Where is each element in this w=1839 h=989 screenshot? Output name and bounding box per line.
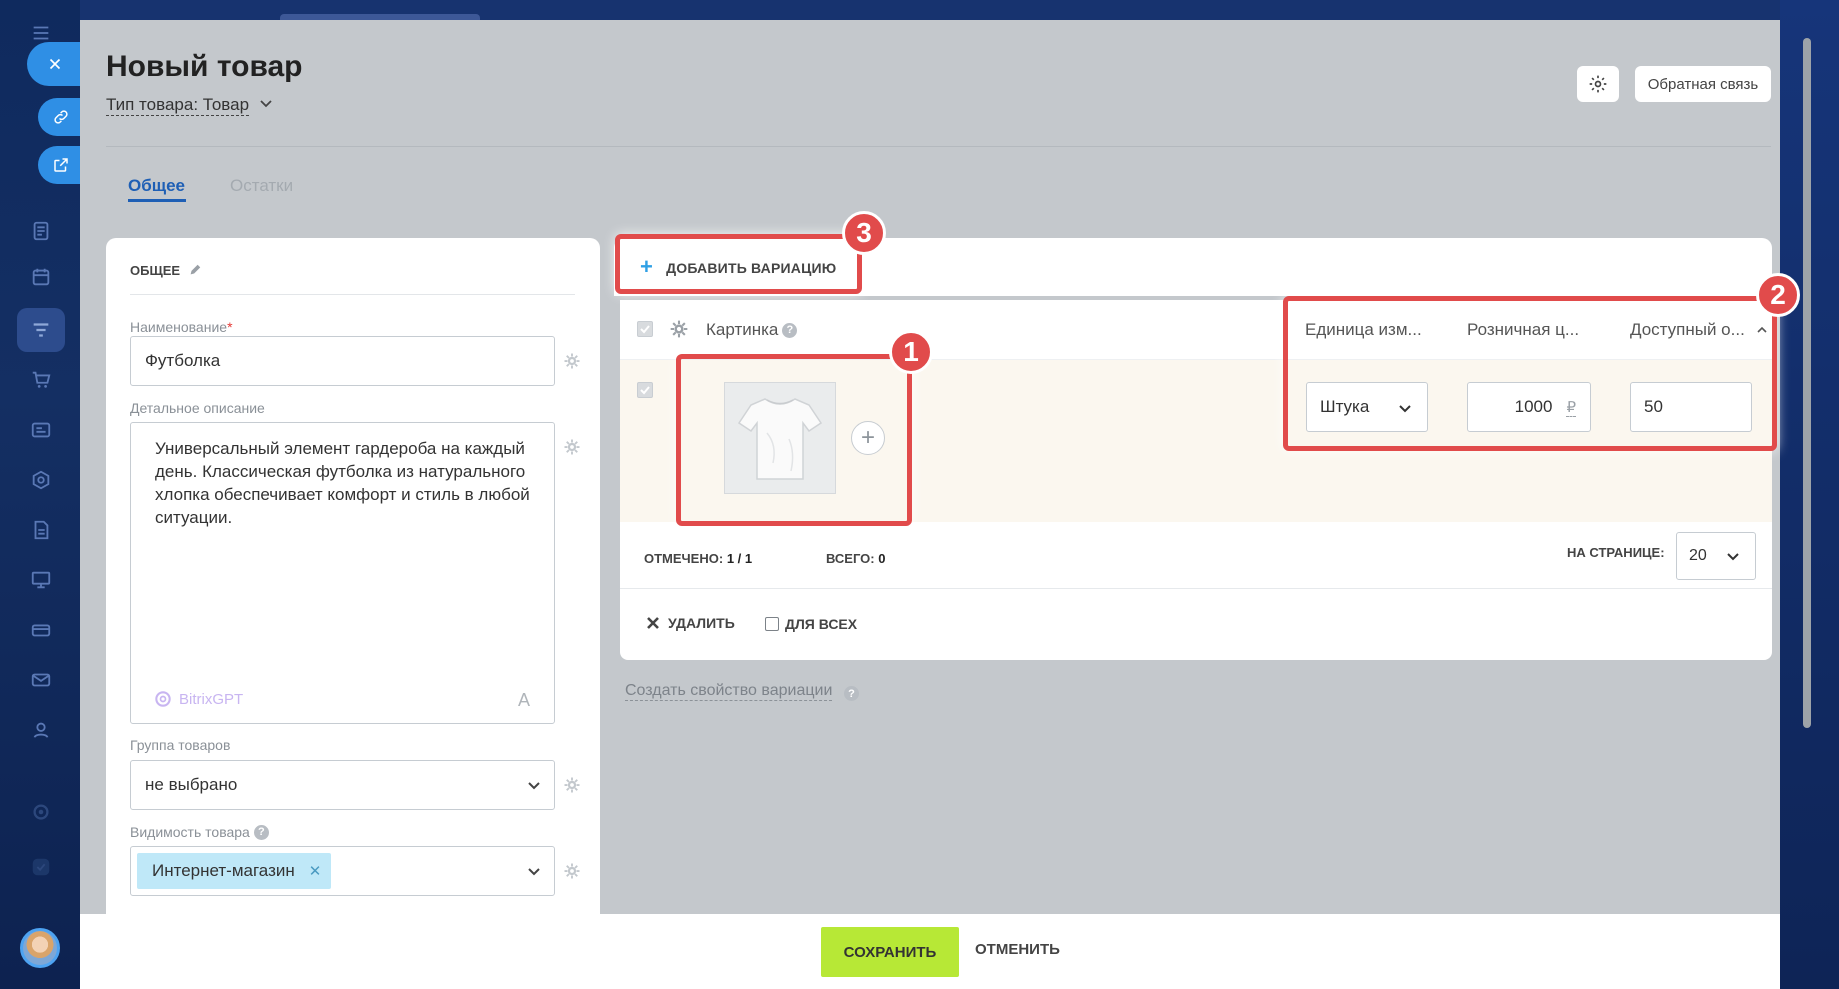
column-picture[interactable]: Картинка? (706, 320, 798, 340)
section-title: ОБЩЕЕ (130, 263, 181, 278)
close-slider-button[interactable] (27, 42, 83, 86)
tab-stock[interactable]: Остатки (230, 176, 293, 196)
group-label: Группа товаров (130, 737, 231, 753)
select-all-checkbox[interactable] (637, 321, 653, 337)
annotation-frame-1 (676, 354, 912, 526)
product-type-selector[interactable]: Тип товара: Товар (106, 95, 250, 116)
open-new-window-button[interactable] (38, 146, 83, 184)
create-variation-property-link[interactable]: Создать свойство вариации (625, 682, 833, 701)
description-label: Детальное описание (130, 400, 265, 416)
annotation-badge-2: 2 (1756, 273, 1800, 317)
page-title: Новый товар (106, 50, 303, 83)
close-icon (49, 58, 61, 70)
chevron-down-icon[interactable] (258, 96, 274, 112)
chevron-down-icon (528, 782, 540, 790)
help-icon[interactable]: ? (253, 824, 269, 840)
funnel-icon[interactable] (26, 315, 56, 345)
settings-button[interactable] (1577, 66, 1619, 102)
document-icon[interactable] (26, 515, 56, 545)
for-all-checkbox[interactable]: ДЛЯ ВСЕХ (765, 616, 857, 632)
bitrixgpt-button[interactable]: BitrixGPT (153, 689, 243, 709)
apps-icon[interactable] (26, 852, 56, 882)
grid-footer-divider (620, 588, 1772, 589)
group-select[interactable]: не выбрано (130, 760, 555, 810)
annotation-frame-2 (1283, 296, 1777, 451)
save-button[interactable]: СОХРАНИТЬ (821, 927, 959, 977)
feedback-button[interactable]: Обратная связь (1635, 66, 1771, 102)
annotation-badge-1: 1 (889, 330, 933, 374)
help-icon[interactable]: ? (844, 686, 859, 701)
column-settings-icon[interactable] (669, 319, 689, 339)
visibility-select[interactable]: Интернет-магазин ✕ (130, 846, 555, 896)
section-divider (130, 294, 575, 295)
copy-link-button[interactable] (38, 98, 83, 136)
users-icon[interactable] (26, 715, 56, 745)
chevron-down-icon (1727, 553, 1739, 561)
gear-icon[interactable] (563, 438, 581, 456)
name-label: Наименование* (130, 319, 233, 335)
tasks-icon[interactable] (26, 216, 56, 246)
pencil-icon[interactable] (188, 263, 202, 277)
per-page-select[interactable]: 20 (1676, 532, 1756, 580)
hexagon-icon[interactable] (26, 465, 56, 495)
external-link-icon (53, 158, 68, 172)
description-textarea[interactable]: Универсальный элемент гардероба на кажды… (130, 422, 555, 724)
tab-general[interactable]: Общее (128, 176, 185, 196)
settings-icon[interactable] (26, 797, 56, 827)
contacts-icon[interactable] (26, 415, 56, 445)
user-avatar[interactable] (20, 928, 60, 968)
description-text: Универсальный элемент гардероба на кажды… (155, 439, 530, 527)
header-divider (106, 146, 1771, 147)
presentation-icon[interactable] (26, 565, 56, 595)
gear-icon (1589, 75, 1607, 93)
cart-icon[interactable] (26, 365, 56, 395)
annotation-badge-3: 3 (842, 211, 886, 255)
tab-active-underline (128, 199, 186, 202)
cancel-button[interactable]: ОТМЕНИТЬ (975, 941, 1060, 958)
checked-counter: ОТМЕЧЕНО: 1 / 1 (644, 551, 753, 566)
bitrixgpt-label: BitrixGPT (179, 690, 244, 708)
text-format-button[interactable]: A (518, 690, 530, 711)
help-icon[interactable]: ? (782, 322, 798, 338)
bitrixgpt-icon (155, 691, 171, 707)
link-icon (53, 110, 68, 124)
scrollbar[interactable] (1803, 38, 1811, 728)
visibility-tag: Интернет-магазин ✕ (137, 853, 332, 889)
calendar-icon[interactable] (26, 262, 56, 292)
remove-tag-icon[interactable]: ✕ (309, 862, 322, 880)
mail-icon[interactable] (26, 665, 56, 695)
total-counter: ВСЕГО: 0 (826, 551, 886, 566)
name-input[interactable]: Футболка (130, 336, 555, 386)
gear-icon[interactable] (563, 776, 581, 794)
annotation-frame-3 (615, 234, 862, 294)
card-icon[interactable] (26, 615, 56, 645)
row-checkbox[interactable] (637, 382, 653, 398)
checkbox-icon (640, 386, 650, 395)
cross-icon (647, 617, 659, 629)
chevron-down-icon (528, 868, 540, 876)
delete-button[interactable]: УДАЛИТЬ (646, 615, 735, 631)
checkbox-icon (640, 325, 650, 334)
top-background (80, 0, 1780, 20)
visibility-label: Видимость товара? (130, 824, 269, 840)
gear-icon[interactable] (563, 352, 581, 370)
gear-icon[interactable] (563, 862, 581, 880)
per-page-label: НА СТРАНИЦЕ: (1567, 545, 1665, 560)
